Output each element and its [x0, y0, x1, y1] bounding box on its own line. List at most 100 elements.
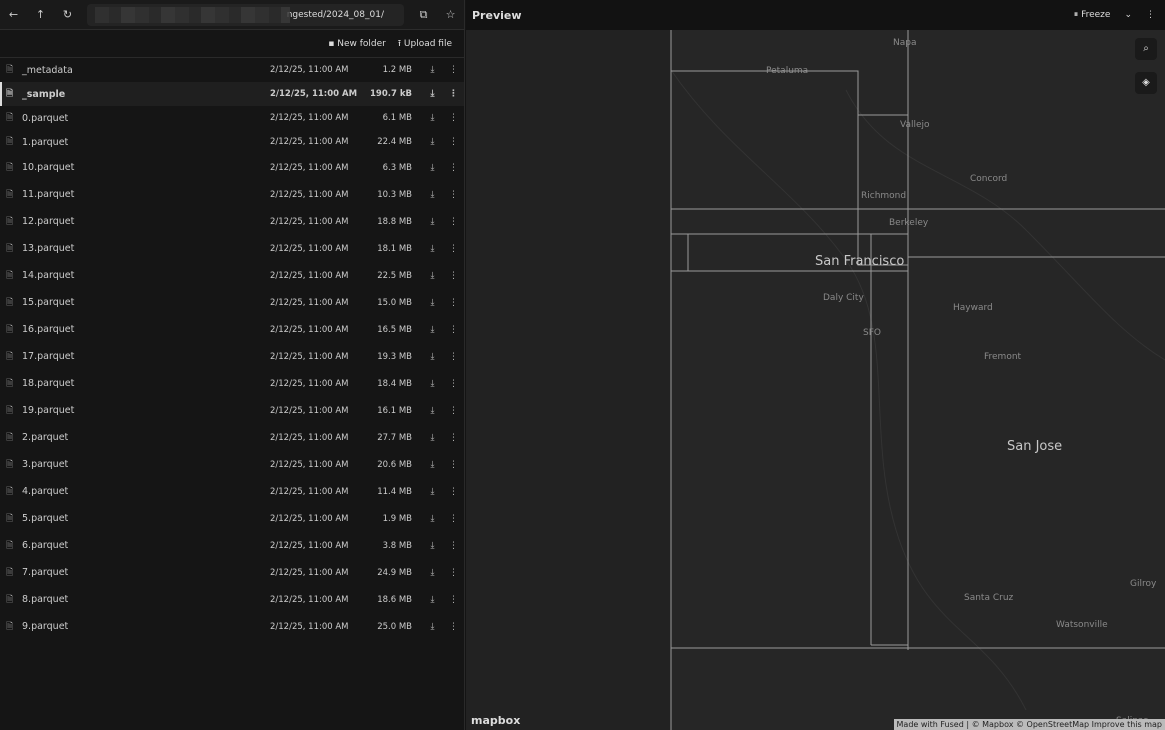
file-row[interactable]: 🗎 11.parquet 2/12/25, 11:00 AM 10.3 MB ⤓… [0, 181, 464, 208]
file-row[interactable]: 🗎 1.parquet 2/12/25, 11:00 AM 22.4 MB ⤓ … [0, 130, 464, 154]
file-row[interactable]: 🗎 14.parquet 2/12/25, 11:00 AM 22.5 MB ⤓… [0, 262, 464, 289]
file-row[interactable]: 🗎 10.parquet 2/12/25, 11:00 AM 6.3 MB ⤓ … [0, 154, 464, 181]
file-name: 10.parquet [22, 162, 75, 173]
download-icon[interactable]: ⤓ [422, 622, 443, 632]
download-icon[interactable]: ⤓ [422, 352, 443, 362]
back-icon[interactable]: ← [0, 8, 27, 21]
file-row[interactable]: 🗎 5.parquet 2/12/25, 11:00 AM 1.9 MB ⤓ ⋮ [0, 505, 464, 532]
map-label: Vallejo [900, 120, 930, 130]
download-icon[interactable]: ⤓ [422, 190, 443, 200]
download-icon[interactable]: ⤓ [422, 65, 443, 75]
file-row[interactable]: 🗎 _sample 2/12/25, 11:00 AM 190.7 kB ⤓ ⋮ [0, 82, 464, 106]
file-size: 27.7 MB [377, 432, 412, 443]
download-icon[interactable]: ⤓ [422, 541, 443, 551]
file-row[interactable]: 🗎 17.parquet 2/12/25, 11:00 AM 19.3 MB ⤓… [0, 343, 464, 370]
more-icon[interactable]: ⋮ [443, 298, 464, 308]
more-icon[interactable]: ⋮ [443, 325, 464, 335]
more-icon[interactable]: ⋮ [443, 487, 464, 497]
more-icon[interactable]: ⋮ [443, 406, 464, 416]
download-icon[interactable]: ⤓ [422, 244, 443, 254]
file-date: 2/12/25, 11:00 AM [270, 270, 349, 281]
upload-file-label: Upload file [403, 38, 452, 49]
action-bar: ▪ New folder ⭱ Upload file [0, 30, 464, 58]
download-icon[interactable]: ⤓ [422, 163, 443, 173]
file-row[interactable]: 🗎 15.parquet 2/12/25, 11:00 AM 15.0 MB ⤓… [0, 289, 464, 316]
file-row[interactable]: 🗎 16.parquet 2/12/25, 11:00 AM 16.5 MB ⤓… [0, 316, 464, 343]
freeze-button[interactable]: ⏸ Freeze [1074, 10, 1111, 20]
file-row[interactable]: 🗎 8.parquet 2/12/25, 11:00 AM 18.6 MB ⤓ … [0, 586, 464, 613]
more-icon[interactable]: ⋮ [443, 163, 464, 173]
more-icon[interactable]: ⋮ [443, 433, 464, 443]
map-label: San Francisco [815, 254, 905, 269]
download-icon[interactable]: ⤓ [422, 406, 443, 416]
file-row[interactable]: 🗎 19.parquet 2/12/25, 11:00 AM 16.1 MB ⤓… [0, 397, 464, 424]
map-label: Napa [893, 38, 917, 48]
more-icon[interactable]: ⋮ [443, 541, 464, 551]
file-date: 2/12/25, 11:00 AM [270, 513, 349, 524]
download-icon[interactable]: ⤓ [422, 514, 443, 524]
chevron-down-icon[interactable]: ⌄ [1124, 10, 1132, 20]
file-row[interactable]: 🗎 9.parquet 2/12/25, 11:00 AM 25.0 MB ⤓ … [0, 613, 464, 640]
layers-icon[interactable]: ◈ [1135, 72, 1157, 94]
more-icon[interactable]: ⋮ [1146, 10, 1155, 20]
more-icon[interactable]: ⋮ [443, 379, 464, 389]
download-icon[interactable]: ⤓ [422, 113, 443, 123]
refresh-icon[interactable]: ↻ [54, 8, 81, 21]
file-row[interactable]: 🗎 2.parquet 2/12/25, 11:00 AM 27.7 MB ⤓ … [0, 424, 464, 451]
file-row[interactable]: 🗎 4.parquet 2/12/25, 11:00 AM 11.4 MB ⤓ … [0, 478, 464, 505]
file-name: 3.parquet [22, 459, 69, 470]
file-name: 5.parquet [22, 513, 69, 524]
more-icon[interactable]: ⋮ [443, 460, 464, 470]
file-row[interactable]: 🗎 13.parquet 2/12/25, 11:00 AM 18.1 MB ⤓… [0, 235, 464, 262]
download-icon[interactable]: ⤓ [422, 487, 443, 497]
more-icon[interactable]: ⋮ [443, 89, 464, 99]
more-icon[interactable]: ⋮ [443, 190, 464, 200]
path-input[interactable]: ngested/2024_08_01/ [87, 3, 404, 26]
more-icon[interactable]: ⋮ [443, 271, 464, 281]
new-folder-button[interactable]: ▪ New folder [328, 39, 386, 49]
more-icon[interactable]: ⋮ [443, 595, 464, 605]
download-icon[interactable]: ⤓ [422, 89, 443, 99]
map-attribution[interactable]: Made with Fused | © Mapbox © OpenStreetM… [893, 719, 1165, 730]
map[interactable]: Napa Petaluma Vallejo Concord Richmond Berkel… [466, 30, 1165, 730]
file-size: 18.4 MB [377, 378, 412, 389]
download-icon[interactable]: ⤓ [422, 568, 443, 578]
download-icon[interactable]: ⤓ [422, 137, 443, 147]
download-icon[interactable]: ⤓ [422, 379, 443, 389]
more-icon[interactable]: ⋮ [443, 568, 464, 578]
download-icon[interactable]: ⤓ [422, 595, 443, 605]
more-icon[interactable]: ⋮ [443, 352, 464, 362]
download-icon[interactable]: ⤓ [422, 325, 443, 335]
file-date: 2/12/25, 11:00 AM [270, 378, 349, 389]
file-row[interactable]: 🗎 7.parquet 2/12/25, 11:00 AM 24.9 MB ⤓ … [0, 559, 464, 586]
file-row[interactable]: 🗎 3.parquet 2/12/25, 11:00 AM 20.6 MB ⤓ … [0, 451, 464, 478]
file-icon: 🗎 [6, 324, 14, 335]
file-row[interactable]: 🗎 18.parquet 2/12/25, 11:00 AM 18.4 MB ⤓… [0, 370, 464, 397]
mapbox-logo: mapbox [471, 714, 521, 727]
more-icon[interactable]: ⋮ [443, 244, 464, 254]
upload-file-button[interactable]: ⭱ Upload file [398, 36, 452, 52]
file-row[interactable]: 🗎 6.parquet 2/12/25, 11:00 AM 3.8 MB ⤓ ⋮ [0, 532, 464, 559]
more-icon[interactable]: ⋮ [443, 622, 464, 632]
download-icon[interactable]: ⤓ [422, 433, 443, 443]
download-icon[interactable]: ⤓ [422, 217, 443, 227]
copy-icon[interactable]: ⧉ [410, 8, 437, 22]
download-icon[interactable]: ⤓ [422, 298, 443, 308]
new-folder-label: New folder [337, 38, 386, 49]
file-row[interactable]: 🗎 12.parquet 2/12/25, 11:00 AM 18.8 MB ⤓… [0, 208, 464, 235]
download-icon[interactable]: ⤓ [422, 460, 443, 470]
download-icon[interactable]: ⤓ [422, 271, 443, 281]
file-row[interactable]: 🗎 0.parquet 2/12/25, 11:00 AM 6.1 MB ⤓ ⋮ [0, 106, 464, 130]
file-row[interactable]: 🗎 _metadata 2/12/25, 11:00 AM 1.2 MB ⤓ ⋮ [0, 58, 464, 82]
more-icon[interactable]: ⋮ [443, 113, 464, 123]
more-icon[interactable]: ⋮ [443, 217, 464, 227]
more-icon[interactable]: ⋮ [443, 65, 464, 75]
up-icon[interactable]: ↑ [27, 8, 54, 21]
file-date: 2/12/25, 11:00 AM [270, 113, 349, 123]
file-icon: 🗎 [6, 113, 14, 123]
search-icon[interactable]: ⌕ [1135, 38, 1157, 60]
redacted-path [95, 6, 290, 23]
star-icon[interactable]: ☆ [437, 8, 464, 21]
more-icon[interactable]: ⋮ [443, 514, 464, 524]
more-icon[interactable]: ⋮ [443, 137, 464, 147]
